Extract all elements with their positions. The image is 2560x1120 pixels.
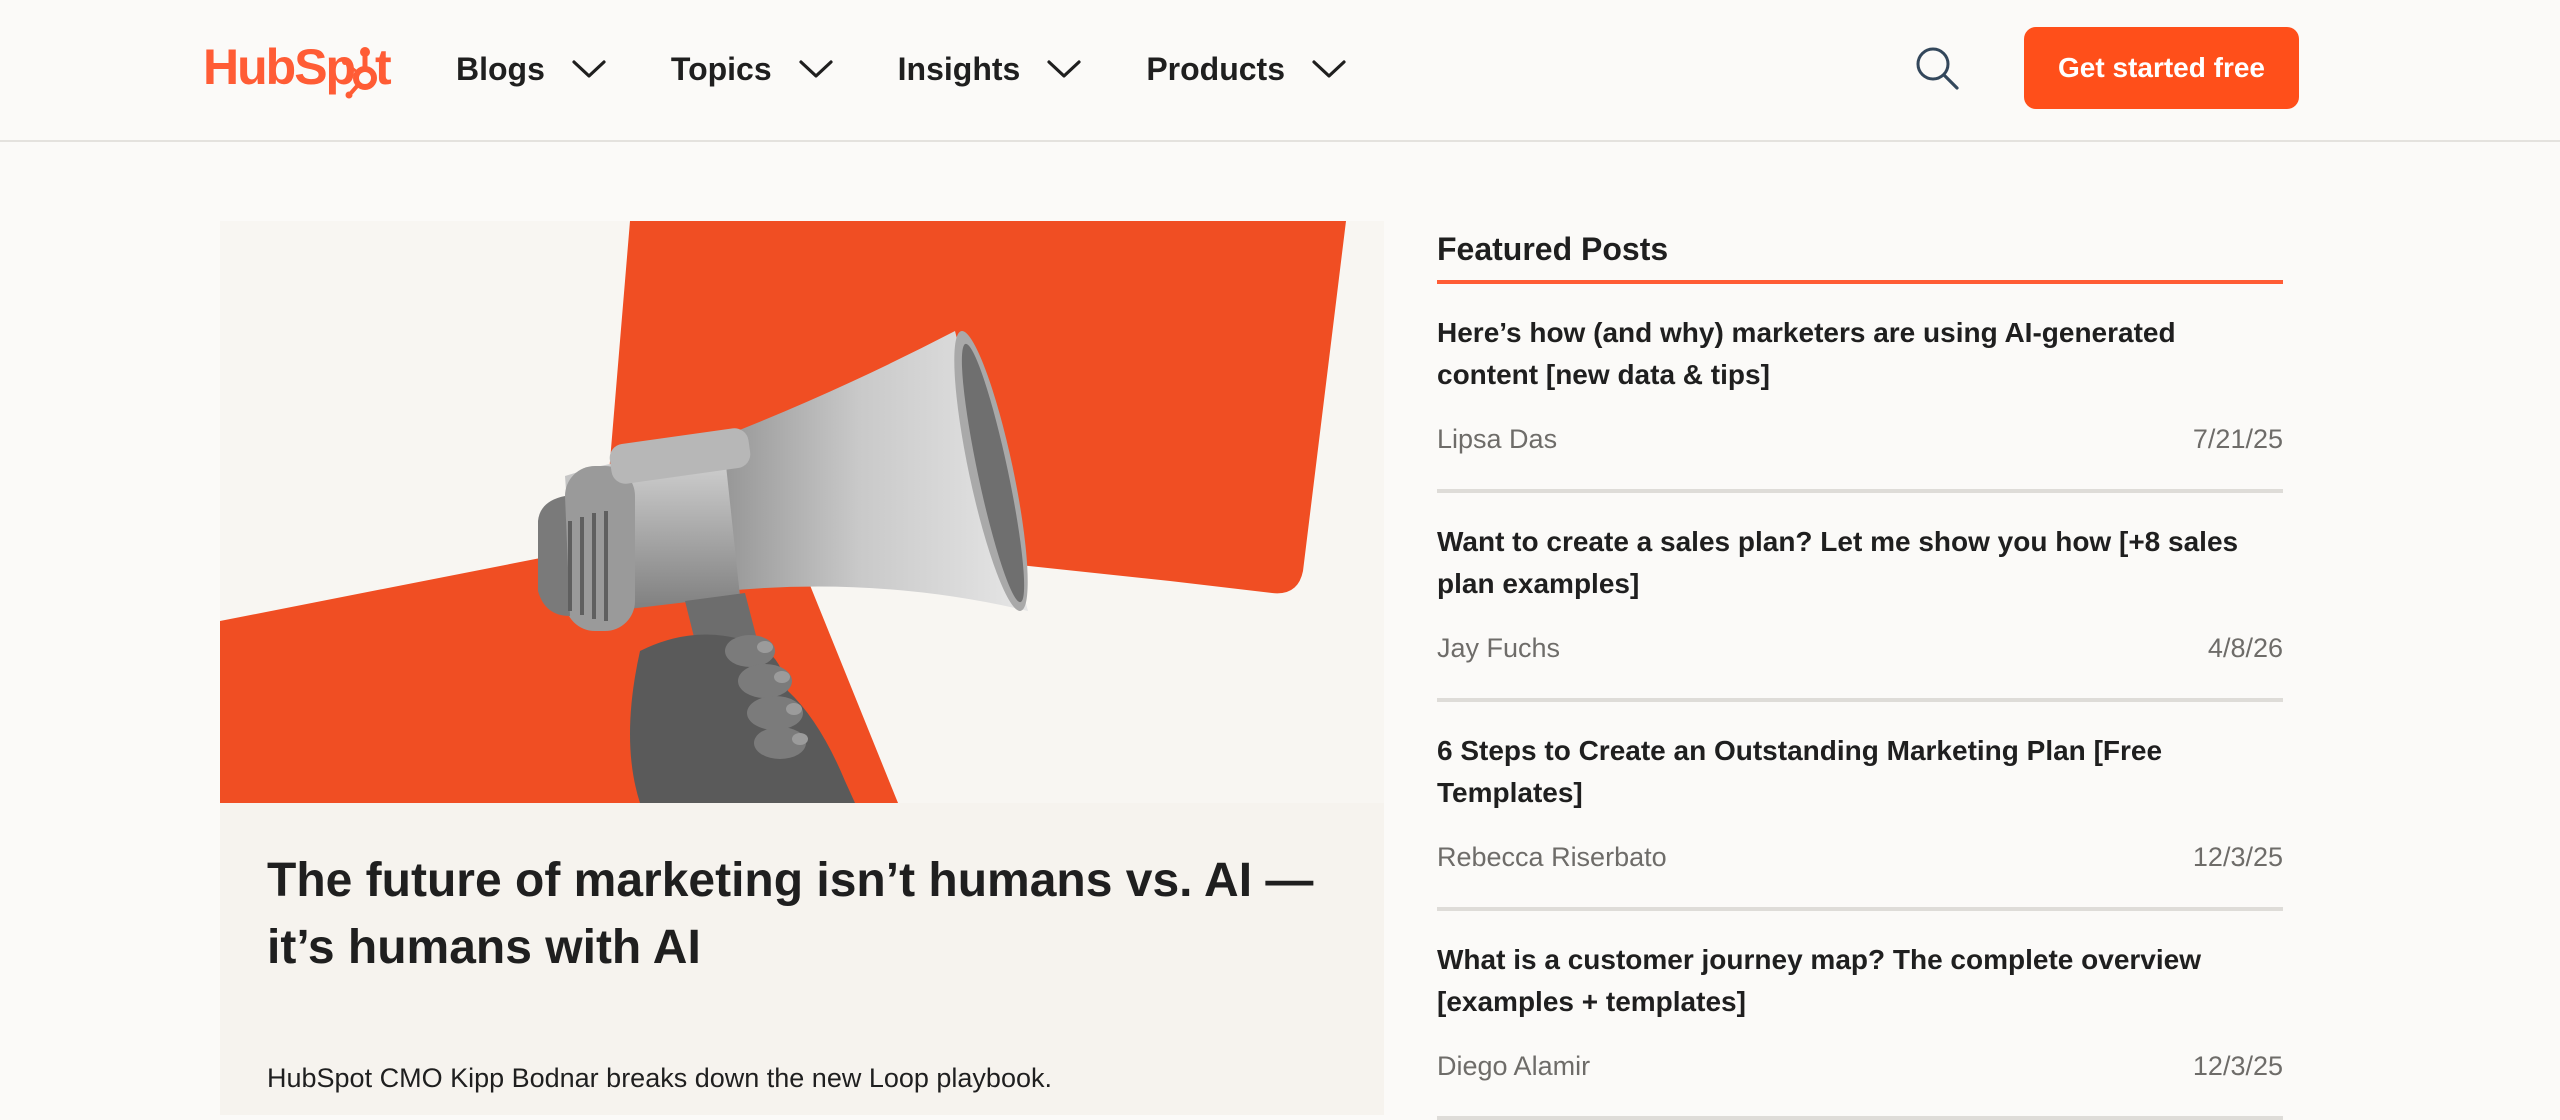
chevron-down-icon <box>572 60 606 78</box>
featured-post[interactable]: 6 Steps to Create an Outstanding Marketi… <box>1437 702 2283 911</box>
post-date: 12/3/25 <box>2192 1051 2283 1081</box>
site-header: HubSp t Blogs Topics Insights Products G… <box>0 0 2560 142</box>
post-date: 7/21/25 <box>2192 424 2283 454</box>
featured-post[interactable]: Want to create a sales plan? Let me show… <box>1437 493 2283 702</box>
nav-item-label: Products <box>1146 50 1285 87</box>
featured-posts-heading: Featured Posts <box>1437 221 2283 284</box>
post-title[interactable]: Want to create a sales plan? Let me show… <box>1437 521 2283 605</box>
get-started-free-button[interactable]: Get started free <box>2024 27 2299 109</box>
chevron-down-icon <box>1312 60 1346 78</box>
hero-description: HubSpot CMO Kipp Bodnar breaks down the … <box>267 1063 1052 1093</box>
nav-item-insights[interactable]: Insights <box>898 51 1083 88</box>
svg-text:HubSp: HubSp <box>203 39 355 95</box>
featured-post[interactable]: What is a customer journey map? The comp… <box>1437 911 2283 1120</box>
hubspot-logo-mark: HubSp t <box>203 39 394 99</box>
search-button[interactable] <box>1914 45 1960 91</box>
chevron-down-icon <box>1047 60 1081 78</box>
hubspot-logo[interactable]: HubSp t <box>203 36 403 100</box>
nav-item-label: Insights <box>897 50 1021 87</box>
nav-item-topics[interactable]: Topics <box>671 51 834 88</box>
post-date: 4/8/26 <box>2207 633 2283 663</box>
featured-posts: Featured Posts Here’s how (and why) mark… <box>1437 221 2283 1120</box>
post-title[interactable]: Here’s how (and why) marketers are using… <box>1437 312 2283 396</box>
post-author: Lipsa Das <box>1437 424 1558 454</box>
chevron-down-icon <box>799 60 833 78</box>
hero-title[interactable]: The future of marketing isn’t humans vs.… <box>267 847 1317 981</box>
nav-item-products[interactable]: Products <box>1146 51 1347 88</box>
featured-post[interactable]: Here’s how (and why) marketers are using… <box>1437 284 2283 493</box>
megaphone-illustration <box>220 221 1346 803</box>
nav-item-blogs[interactable]: Blogs <box>456 51 607 88</box>
post-date: 12/3/25 <box>2192 842 2283 872</box>
post-title[interactable]: What is a customer journey map? The comp… <box>1437 939 2283 1023</box>
post-author: Rebecca Riserbato <box>1437 842 1667 872</box>
search-icon <box>1916 47 1959 90</box>
nav-item-label: Blogs <box>456 50 545 87</box>
post-title[interactable]: 6 Steps to Create an Outstanding Marketi… <box>1437 730 2283 814</box>
hero-image[interactable] <box>220 221 1384 803</box>
main-nav: Blogs Topics Insights Products <box>456 44 1411 94</box>
svg-text:t: t <box>375 39 392 95</box>
nav-item-label: Topics <box>670 50 772 87</box>
post-author: Jay Fuchs <box>1437 633 1561 663</box>
hero-article-card[interactable]: The future of marketing isn’t humans vs.… <box>220 221 1384 1115</box>
post-author: Diego Alamir <box>1437 1051 1591 1081</box>
